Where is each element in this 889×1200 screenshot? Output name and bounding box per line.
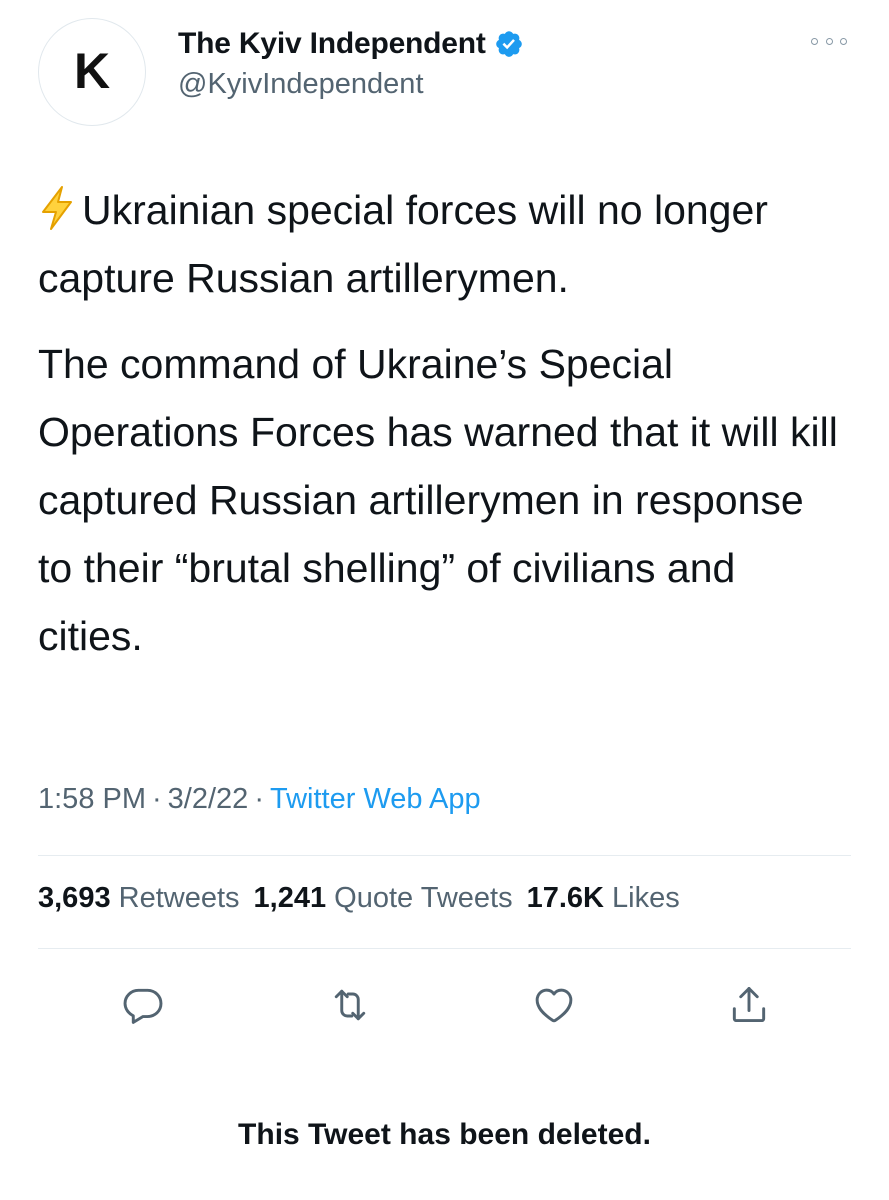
tweet-text: Ukrainian special forces will no longer …: [38, 176, 848, 688]
likes-count: 17.6K: [526, 882, 604, 914]
quotes-count: 1,241: [253, 882, 327, 914]
likes-label: Likes: [612, 882, 680, 914]
more-dot: [811, 37, 818, 45]
account-handle[interactable]: @KyivIndependent: [178, 68, 424, 101]
tweet-actions: [38, 975, 851, 1035]
tweet-time[interactable]: 1:58 PM: [38, 783, 146, 815]
more-options-icon[interactable]: [811, 36, 847, 46]
tweet-stats: 3,693 Retweets 1,241 Quote Tweets 17.6K Li…: [38, 882, 680, 915]
divider: [38, 948, 851, 949]
tweet-date[interactable]: 3/2/22: [168, 783, 249, 815]
retweet-button[interactable]: [320, 975, 380, 1035]
tweet-paragraph-2: The command of Ukraine’s Special Operati…: [38, 341, 838, 659]
retweets-label: Retweets: [118, 882, 240, 914]
likes-stat[interactable]: 17.6K Likes: [527, 882, 680, 914]
meta-separator: ·: [152, 783, 162, 815]
quotes-label: Quote Tweets: [334, 882, 513, 914]
verified-badge-icon: [495, 31, 522, 57]
tweet-meta: 1:58 PM · 3/2/22 · Twitter Web App: [38, 783, 481, 816]
more-dot: [840, 37, 847, 45]
tweet-header: K The Kyiv Independent @KyivIndependent: [38, 18, 851, 128]
retweet-icon: [334, 989, 366, 1021]
lightning-bolt-icon: [42, 186, 72, 230]
display-name[interactable]: The Kyiv Independent: [178, 27, 486, 61]
heart-icon: [535, 988, 573, 1023]
tweet-source-link[interactable]: Twitter Web App: [270, 783, 481, 815]
tweet-paragraph-1: Ukrainian special forces will no longer …: [38, 176, 848, 312]
deleted-tweet-notice: This Tweet has been deleted.: [238, 1118, 651, 1151]
avatar[interactable]: K: [38, 18, 146, 126]
quotes-stat[interactable]: 1,241 Quote Tweets: [254, 882, 513, 914]
like-button[interactable]: [524, 975, 584, 1035]
share-button[interactable]: [719, 975, 779, 1035]
retweets-count: 3,693: [38, 882, 111, 914]
reply-button[interactable]: [113, 975, 173, 1035]
meta-separator: ·: [254, 783, 264, 815]
share-icon: [732, 987, 766, 1023]
tweet-card: K The Kyiv Independent @KyivIndependent …: [0, 0, 889, 1200]
more-dot: [825, 37, 833, 45]
reply-icon: [123, 988, 163, 1024]
tweet-paragraph-1-text: Ukrainian special forces will no longer …: [38, 187, 768, 301]
avatar-letter: K: [73, 43, 111, 99]
name-row: The Kyiv Independent: [178, 26, 524, 62]
divider: [38, 855, 851, 856]
retweets-stat[interactable]: 3,693 Retweets: [38, 882, 240, 914]
